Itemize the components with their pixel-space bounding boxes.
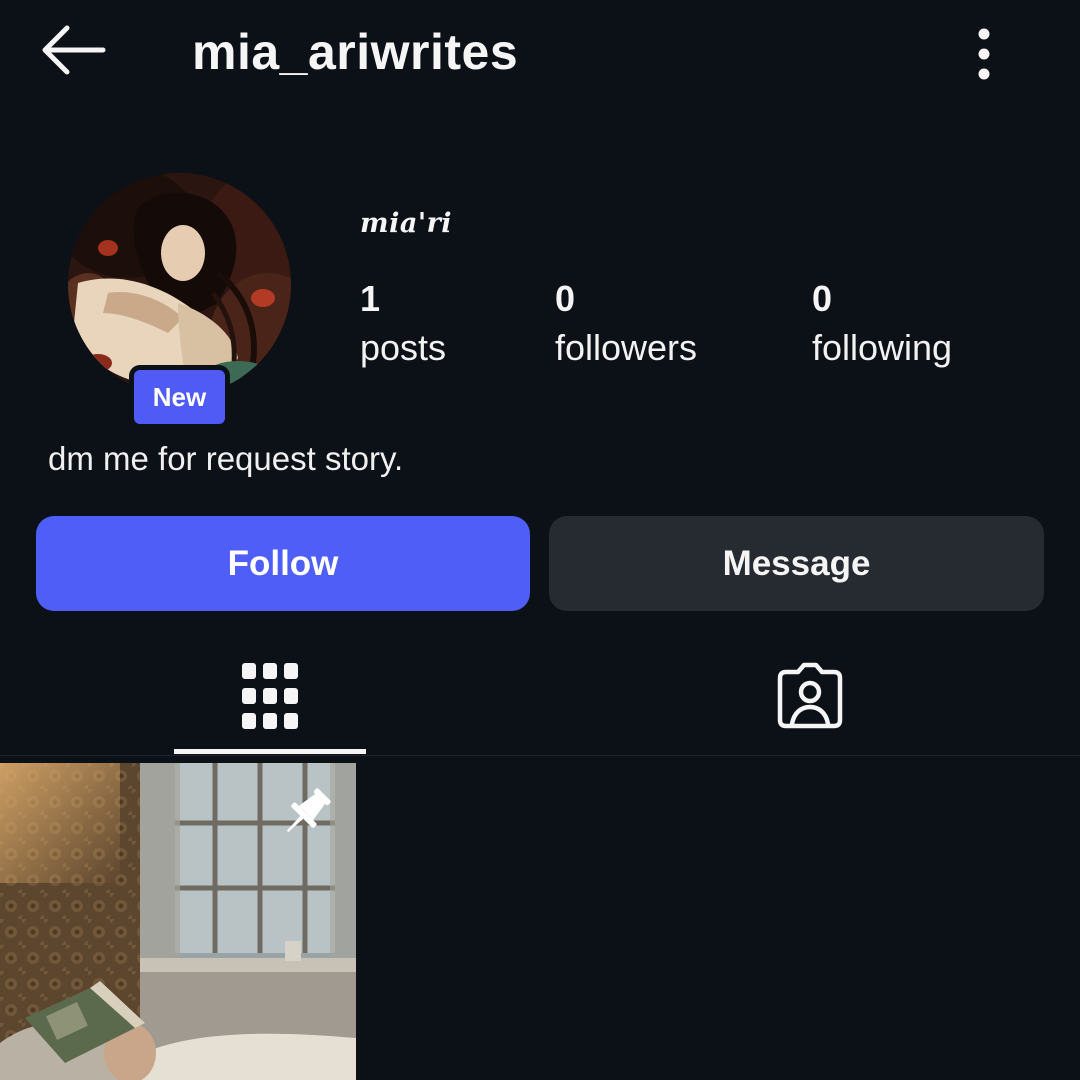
more-options-button[interactable] (960, 20, 1008, 84)
tab-tagged[interactable] (540, 636, 1080, 756)
following-count: 0 (812, 278, 833, 319)
new-badge: New (134, 370, 225, 424)
tab-posts-grid[interactable] (0, 636, 540, 756)
arrow-left-icon (42, 25, 106, 75)
posts-label: posts (360, 327, 447, 368)
back-button[interactable] (30, 18, 114, 82)
following-label: following (812, 327, 953, 368)
pin-icon (286, 788, 331, 833)
followers-label: followers (555, 327, 698, 368)
followers-count: 0 (555, 278, 576, 319)
avatar-image (68, 173, 291, 396)
grid-icon (242, 663, 298, 729)
more-vertical-icon (978, 28, 990, 80)
following-stat[interactable]: 0 following (812, 278, 952, 370)
posts-stat[interactable]: 1 posts (360, 278, 446, 370)
display-name: mia'ri (360, 208, 453, 239)
active-tab-indicator (174, 749, 366, 754)
avatar[interactable] (68, 173, 291, 396)
posts-count: 1 (360, 278, 381, 319)
profile-username: mia_ariwrites (192, 24, 519, 80)
profile-bio: dm me for request story. (48, 440, 404, 477)
tabs-divider (0, 755, 1080, 756)
followers-stat[interactable]: 0 followers (555, 278, 697, 370)
tagged-person-icon (777, 662, 843, 729)
follow-button[interactable]: Follow (36, 516, 530, 611)
message-button[interactable]: Message (549, 516, 1044, 611)
